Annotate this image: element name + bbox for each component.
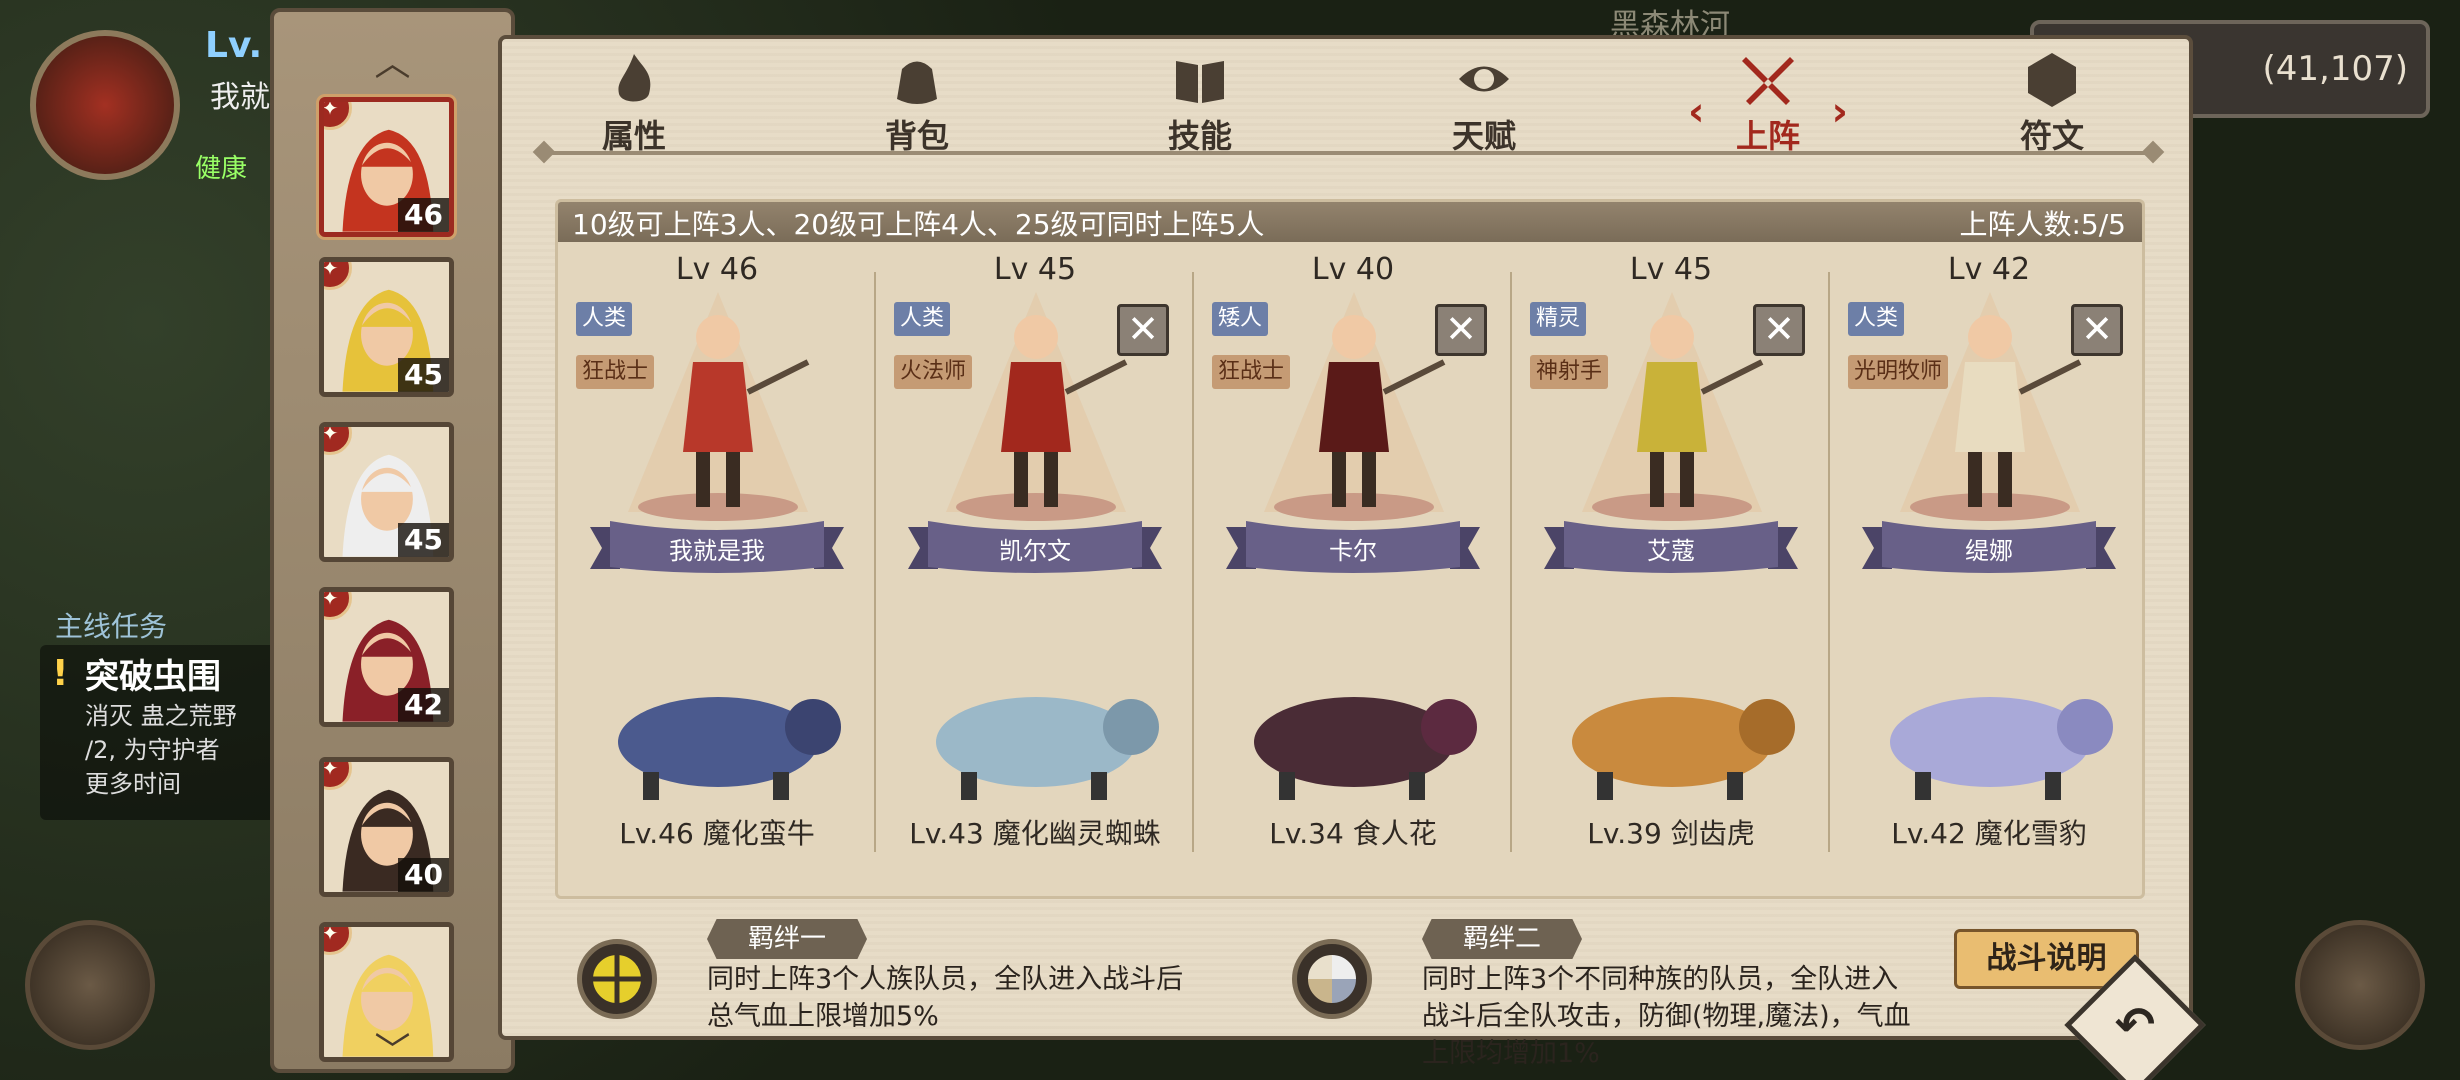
hero-level: 45 <box>398 358 449 392</box>
bond-desc-line: 战斗后全队攻击，防御(物理,魔法)，气血 <box>1422 1001 1911 1032</box>
character-button[interactable] <box>25 920 155 1050</box>
rune-icon <box>2028 53 2076 107</box>
bond-two: 羁绊二 同时上阵3个不同种族的队员，全队进入 战斗后全队攻击，防御(物理,魔法)… <box>1292 919 1942 1069</box>
job-tag: 狂战士 <box>576 355 655 389</box>
tab-bar: 属性 背包 技能 天赋 上阵 符文 <box>502 39 2189 159</box>
bond-multi-icon <box>1292 939 1372 1019</box>
bond-description: 同时上阵3个不同种族的队员，全队进入 战斗后全队攻击，防御(物理,魔法)，气血 … <box>1422 961 1911 1072</box>
hero-name-banner: 艾蔻 <box>1544 517 1798 579</box>
pet-figure[interactable] <box>583 632 853 802</box>
tab-rune[interactable]: 符文 <box>1982 49 2122 159</box>
job-tag: 神射手 <box>1530 355 1609 389</box>
hero-name-banner: 缇娜 <box>1862 517 2116 579</box>
roster-hero-card[interactable]: ✦ 45 <box>319 257 454 397</box>
bond-desc-line: 同时上阵3个人族队员，全队进入战斗后 <box>707 964 1184 995</box>
lineup-rules: 10级可上阵3人、20级可上阵4人、25级可同时上阵5人 <box>572 208 1265 241</box>
race-tag: 精灵 <box>1530 302 1587 336</box>
roster-hero-card[interactable]: ✦ 40 <box>319 757 454 897</box>
pet-figure[interactable] <box>901 632 1171 802</box>
hero-level: 42 <box>398 688 449 722</box>
roster-hero-card[interactable]: ✦ 46 <box>319 97 454 237</box>
bond-one: 羁绊一 同时上阵3个人族队员，全队进入战斗后 总气血上限增加5% <box>577 919 1227 1039</box>
tab-book[interactable]: 技能 <box>1130 49 1270 159</box>
lineup-slot[interactable]: Lv 45 精灵 神射手 ✕ 艾蔻 Lv.39 剑齿虎 <box>1512 252 1830 882</box>
bond-yellow-icon <box>577 939 657 1019</box>
player-level: Lv. <box>205 25 263 66</box>
tab-divider <box>536 151 2161 155</box>
remove-hero-button[interactable]: ✕ <box>1435 304 1487 356</box>
hero-name-banner: 我就是我 <box>590 517 844 579</box>
tab-eye[interactable]: 天赋 <box>1414 49 1554 159</box>
crossed-swords-icon <box>1742 57 1794 105</box>
pet-name: Lv.43 魔化幽灵蜘蛛 <box>909 817 1161 850</box>
pet-name: Lv.39 剑齿虎 <box>1587 817 1755 850</box>
bond-desc-line: 总气血上限增加5% <box>707 1001 939 1032</box>
player-name: 我就 <box>210 80 270 115</box>
remove-hero-button[interactable]: ✕ <box>1753 304 1805 356</box>
pet-name: Lv.34 食人花 <box>1269 817 1437 850</box>
pet-figure[interactable] <box>1537 632 1807 802</box>
tab-crossed-swords[interactable]: 上阵 <box>1688 49 1848 159</box>
bond-desc-line: 同时上阵3个不同种族的队员，全队进入 <box>1422 964 1899 995</box>
race-tag: 人类 <box>1848 302 1905 336</box>
bond-title: 羁绊二 <box>1422 919 1582 959</box>
lineup-slot[interactable]: Lv 42 人类 光明牧师 ✕ 缇娜 Lv.42 魔化雪豹 <box>1830 252 2148 882</box>
back-arrow-icon: ↶ <box>2114 997 2156 1053</box>
chevron-down-icon[interactable]: ﹀ <box>274 1022 511 1074</box>
book-icon <box>1176 61 1224 103</box>
hero-figure <box>946 292 1128 521</box>
hero-figure <box>1582 292 1764 521</box>
player-avatar[interactable] <box>30 30 180 180</box>
bond-title: 羁绊一 <box>707 919 867 959</box>
roster-hero-card[interactable]: ✦ 45 <box>319 422 454 562</box>
lineup-slot[interactable]: Lv 40 矮人 狂战士 ✕ 卡尔 Lv.34 食人花 <box>1194 252 1512 882</box>
bond-description: 同时上阵3个人族队员，全队进入战斗后 总气血上限增加5% <box>707 961 1183 1035</box>
hero-name: 艾蔻 <box>1647 537 1695 565</box>
pet-name: Lv.46 魔化蛮牛 <box>619 817 815 850</box>
hero-level: 45 <box>398 523 449 557</box>
pet-figure[interactable] <box>1855 632 2125 802</box>
lineup-slot[interactable]: Lv 46 人类 狂战士 我就是我 Lv.46 魔化蛮牛 <box>558 252 876 882</box>
lineup-slot[interactable]: Lv 45 人类 火法师 ✕ 凯尔文 Lv.43 魔化幽灵蜘蛛 <box>876 252 1194 882</box>
building-button[interactable] <box>2295 920 2425 1050</box>
player-status: 健康 <box>195 154 248 184</box>
hero-name: 我就是我 <box>669 537 765 565</box>
quest-section-title: 主线任务 <box>55 610 168 643</box>
hero-name: 缇娜 <box>1965 537 2013 565</box>
race-tag: 人类 <box>576 302 633 336</box>
quest-alert-icon: ! <box>52 653 69 694</box>
bond-desc-line: 上限均增加1% <box>1422 1038 1600 1069</box>
race-tag: 人类 <box>894 302 951 336</box>
hero-roster[interactable]: ︿ ✦ 46 ✦ 45 ✦ 45 ✦ 42 ✦ 40 ✦ ﹀ <box>270 8 515 1073</box>
remove-hero-button[interactable]: ✕ <box>2071 304 2123 356</box>
hero-figure <box>1900 292 2082 521</box>
hero-name: 卡尔 <box>1329 537 1377 565</box>
hero-figure <box>628 292 810 521</box>
hero-level: 46 <box>398 198 449 232</box>
lineup-header: 10级可上阵3人、20级可上阵4人、25级可同时上阵5人 上阵人数:5/5 <box>558 202 2142 242</box>
race-tag: 矮人 <box>1212 302 1269 336</box>
hero-name-banner: 卡尔 <box>1226 517 1480 579</box>
hero-figure <box>1264 292 1446 521</box>
tab-bag[interactable]: 背包 <box>847 49 987 159</box>
job-tag: 火法师 <box>894 355 973 389</box>
pet-name: Lv.42 魔化雪豹 <box>1891 817 2087 850</box>
lineup-count: 上阵人数:5/5 <box>1959 208 2127 241</box>
hero-name-banner: 凯尔文 <box>908 517 1162 579</box>
tab-flame[interactable]: 属性 <box>564 49 704 159</box>
hero-name: 凯尔文 <box>999 537 1071 565</box>
job-tag: 光明牧师 <box>1848 355 1949 389</box>
job-tag: 狂战士 <box>1212 355 1291 389</box>
eye-icon <box>1459 66 1509 92</box>
roster-hero-card[interactable]: ✦ 42 <box>319 587 454 727</box>
flame-icon <box>618 54 651 102</box>
hero-level: 40 <box>398 858 449 892</box>
lineup-panel: 10级可上阵3人、20级可上阵4人、25级可同时上阵5人 上阵人数:5/5 Lv… <box>555 199 2145 899</box>
chevron-up-icon[interactable]: ︿ <box>274 34 511 86</box>
bag-icon <box>897 61 937 104</box>
remove-hero-button[interactable]: ✕ <box>1117 304 1169 356</box>
pet-figure[interactable] <box>1219 632 1489 802</box>
hero-panel: 属性 背包 技能 天赋 上阵 符文 10级可上阵3人、20级可上阵4人、25级可同时上阵5… <box>498 35 2193 1069</box>
coordinates: (41,107) <box>2262 49 2409 89</box>
